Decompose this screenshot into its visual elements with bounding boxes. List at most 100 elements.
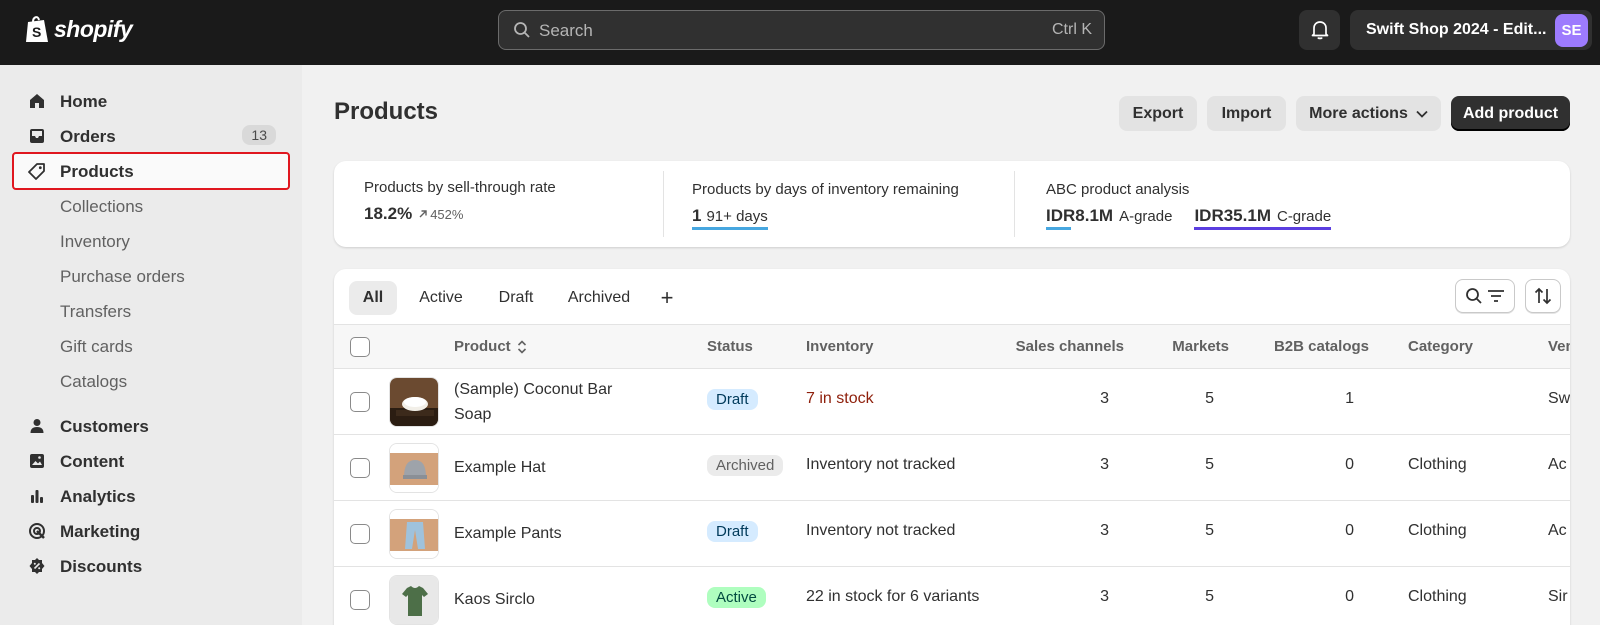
sidebar-item-purchase-orders[interactable]: Purchase orders <box>14 259 288 293</box>
sidebar-item-label: Transfers <box>60 302 132 321</box>
sidebar-item-label: Marketing <box>60 522 141 541</box>
sidebar-item-catalogs[interactable]: Catalogs <box>14 364 288 398</box>
product-name[interactable]: Example Pants <box>454 521 664 546</box>
sidebar-item-home[interactable]: Home <box>14 84 288 118</box>
add-product-button[interactable]: Add product <box>1451 96 1570 131</box>
sales-channels-cell: 3 <box>1100 588 1109 605</box>
search-placeholder: Search <box>539 21 593 40</box>
product-name[interactable]: Kaos Sirclo <box>454 587 664 612</box>
notifications-button[interactable] <box>1299 10 1340 50</box>
tab-all[interactable]: All <box>349 281 397 315</box>
import-button[interactable]: Import <box>1207 96 1286 131</box>
metric-suffix: 91+ days <box>706 208 768 225</box>
store-menu-button[interactable]: Swift Shop 2024 - Edit... SE <box>1350 10 1592 50</box>
home-icon <box>30 94 44 108</box>
vendor-cell: Sw <box>1548 390 1570 407</box>
days-inventory-value: 1 91+ days <box>692 206 768 230</box>
column-header-markets[interactable]: Markets <box>1134 338 1229 355</box>
sidebar-item-discounts[interactable]: Discounts <box>14 549 288 583</box>
sidebar-item-label: Content <box>60 452 125 471</box>
table-row[interactable]: (Sample) Coconut Bar Soap Draft 7 in sto… <box>334 369 1570 435</box>
inventory-cell: 7 in stock <box>806 390 874 407</box>
sidebar-item-label: Inventory <box>60 232 130 251</box>
discount-icon <box>29 558 45 574</box>
column-header-vendor[interactable]: Ven <box>1548 338 1570 355</box>
metric-value: IDR8.1M <box>1046 206 1114 225</box>
pants-image-icon <box>390 510 438 558</box>
row-checkbox[interactable] <box>350 590 370 610</box>
product-name[interactable]: Example Hat <box>454 455 664 480</box>
person-icon <box>30 419 44 433</box>
page-title: Products <box>334 98 439 125</box>
product-thumbnail-pants <box>389 509 439 559</box>
markets-cell: 5 <box>1205 456 1214 473</box>
sort-button[interactable] <box>1525 279 1561 313</box>
product-thumbnail-hat <box>389 443 439 493</box>
more-actions-button[interactable]: More actions <box>1296 96 1441 131</box>
shopify-bag-icon: S <box>26 16 48 42</box>
b2b-catalogs-cell: 0 <box>1345 456 1354 473</box>
search-filter-button[interactable] <box>1455 279 1515 313</box>
bell-icon <box>1311 21 1328 40</box>
metric-value: 1 <box>692 206 702 225</box>
sidebar-item-transfers[interactable]: Transfers <box>14 294 288 328</box>
sales-channels-cell: 3 <box>1100 390 1109 407</box>
add-view-button[interactable]: + <box>650 281 684 315</box>
tab-archived[interactable]: Archived <box>555 281 643 315</box>
column-header-category[interactable]: Category <box>1408 338 1473 355</box>
bar-chart-icon <box>31 490 43 503</box>
tab-active[interactable]: Active <box>406 281 476 315</box>
search-icon <box>514 22 530 38</box>
sidebar-item-products[interactable]: Products <box>12 152 290 190</box>
sidebar-item-content[interactable]: Content <box>14 444 288 478</box>
sidebar-item-collections[interactable]: Collections <box>14 189 288 223</box>
hat-image-icon <box>390 444 438 492</box>
search-shortcut: Ctrl K <box>1052 21 1092 38</box>
avatar: SE <box>1555 14 1588 47</box>
vendor-cell: Sir <box>1548 588 1568 605</box>
category-cell: Clothing <box>1408 522 1467 539</box>
sidebar-item-inventory[interactable]: Inventory <box>14 224 288 258</box>
search-input[interactable]: Search Ctrl K <box>498 10 1105 50</box>
export-button[interactable]: Export <box>1119 96 1197 131</box>
markets-cell: 5 <box>1205 390 1214 407</box>
table-row[interactable]: Example Hat Archived Inventory not track… <box>334 435 1570 501</box>
days-inventory-metric[interactable]: Products by days of inventory remaining … <box>692 181 959 230</box>
chevron-down-icon <box>1416 110 1428 118</box>
soap-image-icon <box>390 378 438 426</box>
row-checkbox[interactable] <box>350 392 370 412</box>
column-header-product[interactable]: Product <box>454 338 527 355</box>
product-thumbnail-soap <box>389 377 439 427</box>
category-cell: Clothing <box>1408 588 1467 605</box>
product-name[interactable]: (Sample) Coconut Bar Soap <box>454 377 664 427</box>
markets-cell: 5 <box>1205 588 1214 605</box>
sell-through-metric[interactable]: Products by sell-through rate 18.2% 452% <box>364 179 556 224</box>
arrow-up-right-icon <box>419 210 427 218</box>
row-checkbox[interactable] <box>350 458 370 478</box>
tag-icon <box>28 163 45 180</box>
shopify-logo[interactable]: S shopify <box>24 14 133 44</box>
column-header-status[interactable]: Status <box>707 338 753 355</box>
column-header-sales-channels[interactable]: Sales channels <box>984 338 1124 355</box>
column-header-inventory[interactable]: Inventory <box>806 338 874 355</box>
divider <box>1014 171 1015 237</box>
markets-cell: 5 <box>1205 522 1214 539</box>
table-row[interactable]: Example Pants Draft Inventory not tracke… <box>334 501 1570 567</box>
sidebar-item-customers[interactable]: Customers <box>14 409 288 443</box>
sidebar-item-marketing[interactable]: Marketing <box>14 514 288 548</box>
tshirt-image-icon <box>390 576 438 624</box>
row-checkbox[interactable] <box>350 524 370 544</box>
table-header: Product Status Inventory Sales channels … <box>334 324 1570 369</box>
table-row[interactable]: Kaos Sirclo Active 22 in stock for 6 var… <box>334 567 1570 625</box>
abc-analysis-metric[interactable]: ABC product analysis IDR8.1M A-grade IDR… <box>1046 181 1332 230</box>
column-header-b2b-catalogs[interactable]: B2B catalogs <box>1234 338 1369 355</box>
sidebar-item-orders[interactable]: Orders 13 <box>14 119 288 153</box>
sidebar-item-analytics[interactable]: Analytics <box>14 479 288 513</box>
b2b-catalogs-cell: 0 <box>1345 588 1354 605</box>
category-cell: Clothing <box>1408 456 1467 473</box>
vendor-cell: Ac <box>1548 522 1567 539</box>
select-all-checkbox[interactable] <box>350 337 370 357</box>
sidebar-item-gift-cards[interactable]: Gift cards <box>14 329 288 363</box>
metric-title: Products by sell-through rate <box>364 179 556 196</box>
tab-draft[interactable]: Draft <box>484 281 548 315</box>
